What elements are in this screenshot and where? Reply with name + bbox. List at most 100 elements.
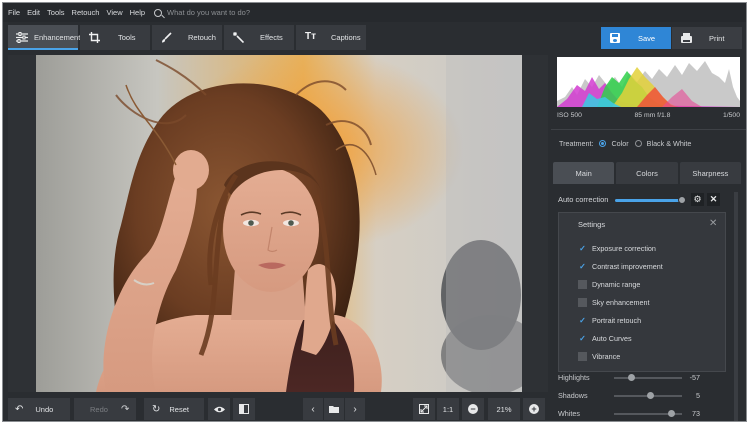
setting-label: Exposure correction	[592, 244, 656, 253]
whites-slider-thumb[interactable]	[668, 410, 675, 417]
setting-label: Vibrance	[592, 352, 621, 361]
highlights-label: Highlights	[558, 373, 590, 382]
tab-main[interactable]: Main	[553, 162, 615, 184]
checkbox-checked-icon[interactable]: ✓	[578, 262, 587, 271]
plus-circle-icon: +	[529, 404, 539, 414]
zoom-out-button[interactable]: −	[462, 398, 484, 420]
folder-icon	[329, 406, 339, 413]
tab-label: Captions	[331, 32, 361, 42]
lens-value: 85 mm f/1.8	[634, 112, 671, 119]
checkbox-unchecked-icon[interactable]	[578, 280, 587, 289]
auto-correction-label: Auto correction	[558, 195, 609, 204]
zoom-level[interactable]: 21%	[488, 398, 520, 420]
setting-dynamic-range[interactable]: Dynamic range	[578, 280, 640, 289]
setting-label: Portrait retouch	[592, 316, 642, 325]
tab-captions[interactable]: Tт Captions	[296, 24, 366, 50]
divider	[551, 129, 746, 130]
menu-edit[interactable]: Edit	[27, 8, 40, 17]
checkbox-checked-icon[interactable]: ✓	[578, 334, 587, 343]
gear-icon: ⚙	[693, 194, 702, 204]
radio-black-white-label[interactable]: Black & White	[647, 139, 692, 148]
sliders-icon	[16, 31, 28, 43]
auto-correction-slider-thumb[interactable]	[678, 196, 686, 204]
treatment-selector: Treatment: Color Black & White	[559, 139, 691, 148]
close-icon[interactable]: ✕	[709, 218, 717, 229]
setting-label: Sky enhancement	[592, 298, 650, 307]
tab-label: Effects	[260, 32, 283, 42]
search-box	[154, 8, 308, 17]
setting-contrast-improvement[interactable]: ✓ Contrast improvement	[578, 262, 663, 271]
open-folder-button[interactable]	[324, 398, 344, 420]
preview-eye-button[interactable]	[208, 398, 230, 420]
actual-size-button[interactable]: 1:1	[437, 398, 459, 420]
zoom-value: 21%	[496, 404, 512, 414]
highlights-slider[interactable]	[614, 377, 682, 379]
setting-sky-enhancement[interactable]: Sky enhancement	[578, 298, 650, 307]
tab-label: Retouch	[188, 32, 216, 42]
search-input[interactable]	[167, 8, 308, 17]
panel-tabs: Main Colors Sharpness	[553, 162, 743, 184]
menu-help[interactable]: Help	[130, 8, 145, 17]
zoom-in-button[interactable]: +	[523, 398, 545, 420]
checkbox-unchecked-icon[interactable]	[578, 298, 587, 307]
checkbox-checked-icon[interactable]: ✓	[578, 316, 587, 325]
active-tab-indicator	[8, 48, 78, 50]
redo-icon: ↷	[120, 403, 130, 415]
reset-button[interactable]: ↻ Reset	[144, 398, 204, 420]
fit-to-screen-button[interactable]	[413, 398, 435, 420]
main-toolbar: Enhancement Tools Retouch Effects Tт Cap…	[3, 22, 548, 52]
panel-scrollbar[interactable]	[734, 192, 738, 421]
menu-tools[interactable]: Tools	[47, 8, 65, 17]
tab-label: Tools	[118, 32, 136, 42]
radio-color[interactable]	[599, 140, 607, 147]
tab-tools[interactable]: Tools	[80, 24, 150, 50]
portrait-photo	[36, 55, 522, 392]
previous-image-button[interactable]: ‹	[303, 398, 323, 420]
eye-icon	[213, 406, 225, 412]
tab-colors[interactable]: Colors	[616, 162, 678, 184]
undo-button[interactable]: ↶ Undo	[8, 398, 70, 420]
setting-portrait-retouch[interactable]: ✓ Portrait retouch	[578, 316, 641, 325]
setting-label: Dynamic range	[592, 280, 641, 289]
menu-bar: File Edit Tools Retouch View Help	[3, 3, 746, 22]
print-button[interactable]: Print	[672, 27, 742, 49]
text-icon: Tт	[304, 31, 316, 42]
menu-file[interactable]: File	[8, 8, 20, 17]
save-button[interactable]: Save	[601, 27, 671, 49]
setting-vibrance[interactable]: Vibrance	[578, 352, 620, 361]
auto-correction-close-button[interactable]: ✕	[707, 193, 720, 206]
tab-enhancement[interactable]: Enhancement	[8, 24, 80, 50]
menu-retouch[interactable]: Retouch	[72, 8, 100, 17]
whites-label: Whites	[558, 409, 580, 418]
redo-button[interactable]: Redo ↷	[74, 398, 136, 420]
auto-correction-slider[interactable]	[615, 199, 683, 202]
radio-color-label[interactable]: Color	[611, 139, 628, 148]
redo-label: Redo	[90, 404, 108, 414]
settings-popup: Settings ✕ ✓ Exposure correction ✓ Contr…	[558, 212, 726, 372]
setting-exposure-correction[interactable]: ✓ Exposure correction	[578, 244, 656, 253]
tab-sharpness[interactable]: Sharpness	[679, 162, 741, 184]
highlights-slider-row: Highlights -57	[558, 371, 738, 385]
checkbox-checked-icon[interactable]: ✓	[578, 244, 587, 253]
tab-effects[interactable]: Effects	[224, 24, 294, 50]
menu-view[interactable]: View	[106, 8, 122, 17]
next-image-button[interactable]: ›	[345, 398, 365, 420]
setting-auto-curves[interactable]: ✓ Auto Curves	[578, 334, 631, 343]
image-canvas[interactable]	[8, 55, 548, 392]
compare-icon	[239, 404, 249, 414]
actual-size-label: 1:1	[442, 404, 454, 414]
radio-black-white[interactable]	[634, 140, 642, 147]
histogram-exif: ISO 500 85 mm f/1.8 1/500	[557, 112, 740, 119]
shadows-slider-thumb[interactable]	[647, 392, 654, 399]
tab-retouch[interactable]: Retouch	[152, 24, 222, 50]
printer-icon	[680, 32, 692, 44]
fit-screen-icon	[419, 404, 429, 414]
checkbox-unchecked-icon[interactable]	[578, 352, 587, 361]
auto-correction-settings-button[interactable]: ⚙	[691, 193, 704, 206]
shadows-label: Shadows	[558, 391, 588, 400]
iso-value: ISO 500	[557, 112, 582, 119]
close-icon: ✕	[709, 194, 718, 204]
shadows-value: 5	[696, 391, 700, 400]
highlights-slider-thumb[interactable]	[628, 374, 635, 381]
compare-button[interactable]	[233, 398, 255, 420]
